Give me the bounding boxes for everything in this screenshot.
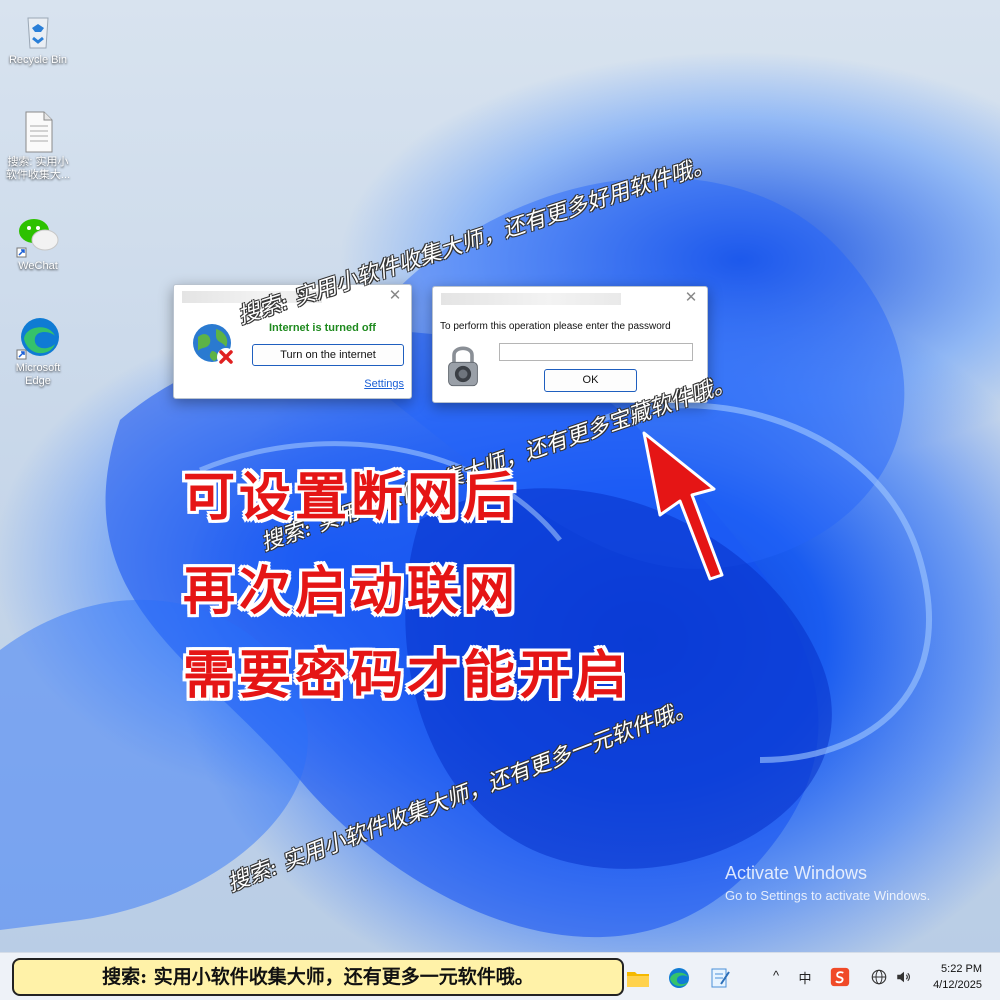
overlay-line-2: 再次启动联网 bbox=[183, 562, 520, 622]
taskbar: 搜索: 实用小软件收集大师，还有更多一元软件哦。 ^ 中 5:22 PM 4/1… bbox=[0, 952, 1000, 1000]
file-explorer-icon[interactable] bbox=[626, 966, 650, 990]
ok-button[interactable]: OK bbox=[544, 369, 637, 392]
clock-date: 4/12/2025 bbox=[933, 979, 982, 991]
edge-icon bbox=[16, 318, 59, 360]
close-icon[interactable]: ✕ bbox=[387, 288, 403, 304]
close-icon[interactable]: ✕ bbox=[683, 290, 699, 306]
wechat-icon bbox=[16, 219, 59, 258]
internet-status-text: Internet is turned off bbox=[269, 322, 376, 334]
recycle-bin-shortcut[interactable]: Recycle Bin bbox=[0, 6, 76, 67]
wechat-shortcut[interactable]: WeChat bbox=[0, 212, 76, 273]
activation-subtitle: Go to Settings to activate Windows. bbox=[725, 888, 931, 903]
password-input[interactable] bbox=[499, 343, 693, 361]
ime-indicator[interactable]: 中 bbox=[795, 968, 815, 987]
dialog-title-bar bbox=[441, 293, 621, 305]
globe-offline-icon bbox=[193, 324, 235, 366]
promo-banner: 搜索: 实用小软件收集大师，还有更多一元软件哦。 bbox=[12, 958, 624, 996]
edge-shortcut[interactable]: Microsoft Edge bbox=[0, 314, 76, 388]
activation-notice: Activate Windows Go to Settings to activ… bbox=[725, 863, 930, 903]
sogou-input-icon[interactable] bbox=[830, 967, 850, 987]
arrow-icon bbox=[642, 431, 724, 581]
clock[interactable]: 5:22 PM 4/12/2025 bbox=[933, 961, 982, 993]
clock-time: 5:22 PM bbox=[941, 963, 982, 975]
chevron-up-icon[interactable]: ^ bbox=[766, 968, 786, 983]
network-icon[interactable] bbox=[870, 968, 888, 986]
recycle-bin-icon bbox=[27, 17, 49, 49]
wechat-label: WeChat bbox=[18, 260, 58, 272]
text-file-shortcut[interactable]: 搜索: 实用小软件收集大... bbox=[0, 108, 76, 182]
recycle-bin-label: Recycle Bin bbox=[8, 54, 68, 66]
text-file-icon bbox=[25, 111, 53, 153]
edge-icon[interactable] bbox=[667, 966, 691, 990]
edge-label: Microsoft Edge bbox=[15, 362, 61, 387]
text-file-label: 搜索: 实用小软件收集大... bbox=[5, 156, 71, 181]
overlay-line-3: 需要密码才能开启 bbox=[183, 646, 632, 706]
password-prompt: To perform this operation please enter t… bbox=[440, 321, 671, 332]
volume-icon[interactable] bbox=[895, 968, 913, 986]
turn-on-internet-button[interactable]: Turn on the internet bbox=[252, 344, 404, 366]
notepad-icon[interactable] bbox=[708, 966, 732, 990]
overlay-line-1: 可设置断网后 bbox=[183, 468, 520, 528]
settings-link[interactable]: Settings bbox=[364, 378, 404, 390]
activation-title: Activate Windows bbox=[725, 863, 868, 883]
padlock-icon bbox=[448, 346, 478, 387]
